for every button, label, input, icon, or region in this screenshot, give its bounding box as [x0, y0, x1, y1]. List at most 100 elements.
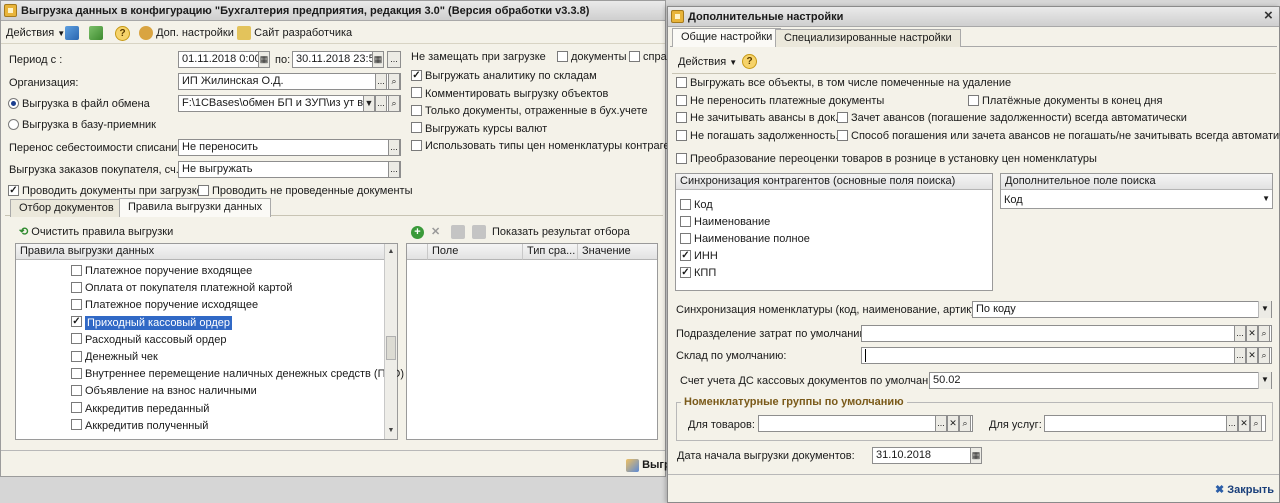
grid-col-type[interactable]: Тип сра...	[522, 244, 577, 260]
clear-icon[interactable]: ✕	[1238, 415, 1250, 432]
sync-item[interactable]: ✓ ИНН	[680, 248, 718, 265]
nom-sync-select[interactable]: По коду	[972, 301, 1272, 318]
calendar-icon[interactable]: ▦	[372, 51, 384, 68]
account-select[interactable]: 50.02	[929, 372, 1272, 389]
post-unposted-checkbox[interactable]: Проводить не проведенные документы	[198, 184, 412, 198]
chevron-down-icon[interactable]: ▼	[1258, 301, 1271, 318]
rule-item[interactable]: Платежное поручение исходящее	[71, 297, 258, 314]
opt-revaluation[interactable]: Преобразование переоценки товаров в розн…	[676, 152, 1097, 166]
show-filter-button[interactable]: Показать результат отбора	[492, 224, 630, 240]
ellipsis-icon[interactable]: ...	[1234, 347, 1246, 364]
ellipsis-icon[interactable]: ...	[388, 139, 400, 156]
help-button[interactable]: ?	[115, 25, 130, 41]
ellipsis-icon[interactable]: ...	[1234, 325, 1246, 342]
main-option-checkbox[interactable]: ✓ Выгружать аналитику по складам	[411, 69, 597, 83]
main-option-checkbox[interactable]: Использовать типы цен номенклатуры контр…	[411, 139, 692, 153]
search-icon[interactable]: ⌕	[1258, 325, 1270, 342]
opt-no-advance[interactable]: Не зачитывать авансы в док...	[676, 111, 844, 125]
main-option-checkbox[interactable]: Только документы, отраженные в бух.учете	[411, 104, 648, 118]
clear-icon[interactable]: ✕	[947, 415, 959, 432]
org-field[interactable]: ИП Жилинская О.Д.	[178, 73, 401, 90]
export-icon-button[interactable]	[65, 25, 79, 41]
orders-field[interactable]: Не выгружать	[178, 161, 401, 178]
chevron-down-icon[interactable]: ▼	[1258, 372, 1271, 389]
grid-col-value[interactable]: Значение	[577, 244, 657, 260]
rule-item[interactable]: Внутреннее перемещение наличных денежных…	[71, 366, 404, 383]
sync-item[interactable]: Наименование полное	[680, 231, 810, 248]
scroll-down-icon[interactable]: ▼	[385, 425, 397, 437]
rules-scrollbar[interactable]: ▲ ▼	[384, 244, 397, 439]
period-to-field[interactable]: 30.11.2018 23:59	[292, 51, 384, 68]
dev-site-button[interactable]: Сайт разработчика	[237, 25, 352, 41]
scroll-up-icon[interactable]: ▲	[385, 246, 397, 258]
export-file-radio[interactable]: Выгрузка в файл обмена	[8, 97, 150, 111]
tab-document-filter[interactable]: Отбор документов	[10, 199, 123, 217]
no-replace-refs-checkbox[interactable]: спра	[629, 50, 667, 64]
scroll-thumb[interactable]	[386, 336, 396, 360]
calendar-icon[interactable]: ▦	[970, 447, 982, 464]
search-icon[interactable]: ⌕	[1250, 415, 1262, 432]
rule-item[interactable]: ✓ Приходный кассовый ордер	[71, 315, 233, 332]
rule-item[interactable]: Объявление на взнос наличными	[71, 383, 257, 400]
tab-special-settings[interactable]: Специализированные настройки	[775, 29, 961, 47]
dropdown-icon[interactable]: ▼	[363, 95, 375, 112]
filter-icon[interactable]	[472, 224, 486, 240]
search-icon[interactable]: ⌕	[959, 415, 971, 432]
opt-advance-auto[interactable]: Зачет авансов (погашение задолженности) …	[837, 111, 1187, 125]
opt-all-objects[interactable]: Выгружать все объекты, в том числе помеч…	[676, 76, 1011, 90]
grid-col-field[interactable]: Поле	[427, 244, 522, 260]
close-button[interactable]: ✖ Закрыть	[1215, 482, 1274, 498]
import-icon-button[interactable]	[89, 25, 103, 41]
ellipsis-icon[interactable]: ...	[375, 73, 387, 90]
rule-item[interactable]: Аккредитив переданный	[71, 401, 209, 418]
rule-item[interactable]: Аккредитив полученный	[71, 418, 208, 435]
dialog-actions-menu[interactable]: Действия ▼	[678, 54, 737, 70]
opt-payments-end[interactable]: Платёжные документы в конец дня	[968, 94, 1162, 108]
start-date-field[interactable]: 31.10.2018	[872, 447, 982, 464]
ellipsis-icon[interactable]: ...	[388, 161, 400, 178]
rule-item[interactable]: Оплата от покупателя платежной картой	[71, 280, 292, 297]
sync-item-label: Наименование	[694, 216, 771, 228]
opt-no-auto-pay[interactable]: Способ погашения или зачета авансов не п…	[837, 129, 1280, 143]
warehouse-field[interactable]	[861, 347, 1272, 364]
sync-item[interactable]: ✓ КПП	[680, 265, 716, 282]
period-select-button[interactable]: ...	[387, 51, 401, 68]
add-icon[interactable]: +	[411, 224, 424, 240]
search-icon[interactable]: ⌕	[388, 73, 400, 90]
dialog-help-button[interactable]: ?	[742, 53, 757, 69]
rule-item[interactable]: Расходный кассовый ордер	[71, 332, 226, 349]
chevron-down-icon[interactable]: ▼	[1262, 194, 1270, 203]
dept-field[interactable]	[861, 325, 1272, 342]
ellipsis-icon[interactable]: ...	[1226, 415, 1238, 432]
calendar-icon[interactable]: ▦	[258, 51, 270, 68]
tab-export-rules[interactable]: Правила выгрузки данных	[119, 198, 272, 217]
clear-icon[interactable]: ✕	[1246, 325, 1258, 342]
search-icon[interactable]: ⌕	[1258, 347, 1270, 364]
no-replace-docs-checkbox[interactable]: документы	[557, 50, 627, 64]
rule-item[interactable]: Платежное поручение входящее	[71, 263, 252, 280]
ellipsis-icon[interactable]: ...	[935, 415, 947, 432]
opt-no-debt[interactable]: Не погашать задолженность...	[676, 129, 845, 143]
extra-field-select[interactable]: Код	[1004, 192, 1256, 208]
tab-general-settings[interactable]: Общие настройки	[672, 28, 782, 47]
extra-settings-button[interactable]: Доп. настройки	[139, 25, 234, 41]
opt-no-payments[interactable]: Не переносить платежные документы	[676, 94, 884, 108]
sync-item[interactable]: Наименование	[680, 214, 770, 231]
cost-field[interactable]: Не переносить	[178, 139, 401, 156]
period-from-field[interactable]: 01.11.2018 0:00	[178, 51, 270, 68]
main-option-checkbox[interactable]: Выгружать курсы валют	[411, 122, 547, 136]
actions-menu[interactable]: Действия ▼	[6, 25, 65, 41]
export-base-radio[interactable]: Выгрузка в базу-приемник	[8, 118, 156, 132]
copy-icon[interactable]	[451, 224, 465, 240]
sync-item[interactable]: Код	[680, 197, 713, 214]
clear-rules-button[interactable]: ⟲ Очистить правила выгрузки	[19, 224, 173, 240]
export-button[interactable]: Выгр	[626, 457, 671, 473]
main-option-checkbox[interactable]: Комментировать выгрузку объектов	[411, 87, 608, 101]
ellipsis-icon[interactable]: ...	[375, 95, 387, 112]
clear-icon[interactable]: ✕	[1246, 347, 1258, 364]
rule-item[interactable]: Денежный чек	[71, 349, 158, 366]
search-icon[interactable]: ⌕	[388, 95, 400, 112]
delete-icon[interactable]: ✕	[431, 224, 440, 240]
dialog-close-icon[interactable]: ×	[1264, 7, 1273, 24]
post-docs-checkbox[interactable]: ✓ Проводить документы при загрузке	[8, 184, 203, 198]
